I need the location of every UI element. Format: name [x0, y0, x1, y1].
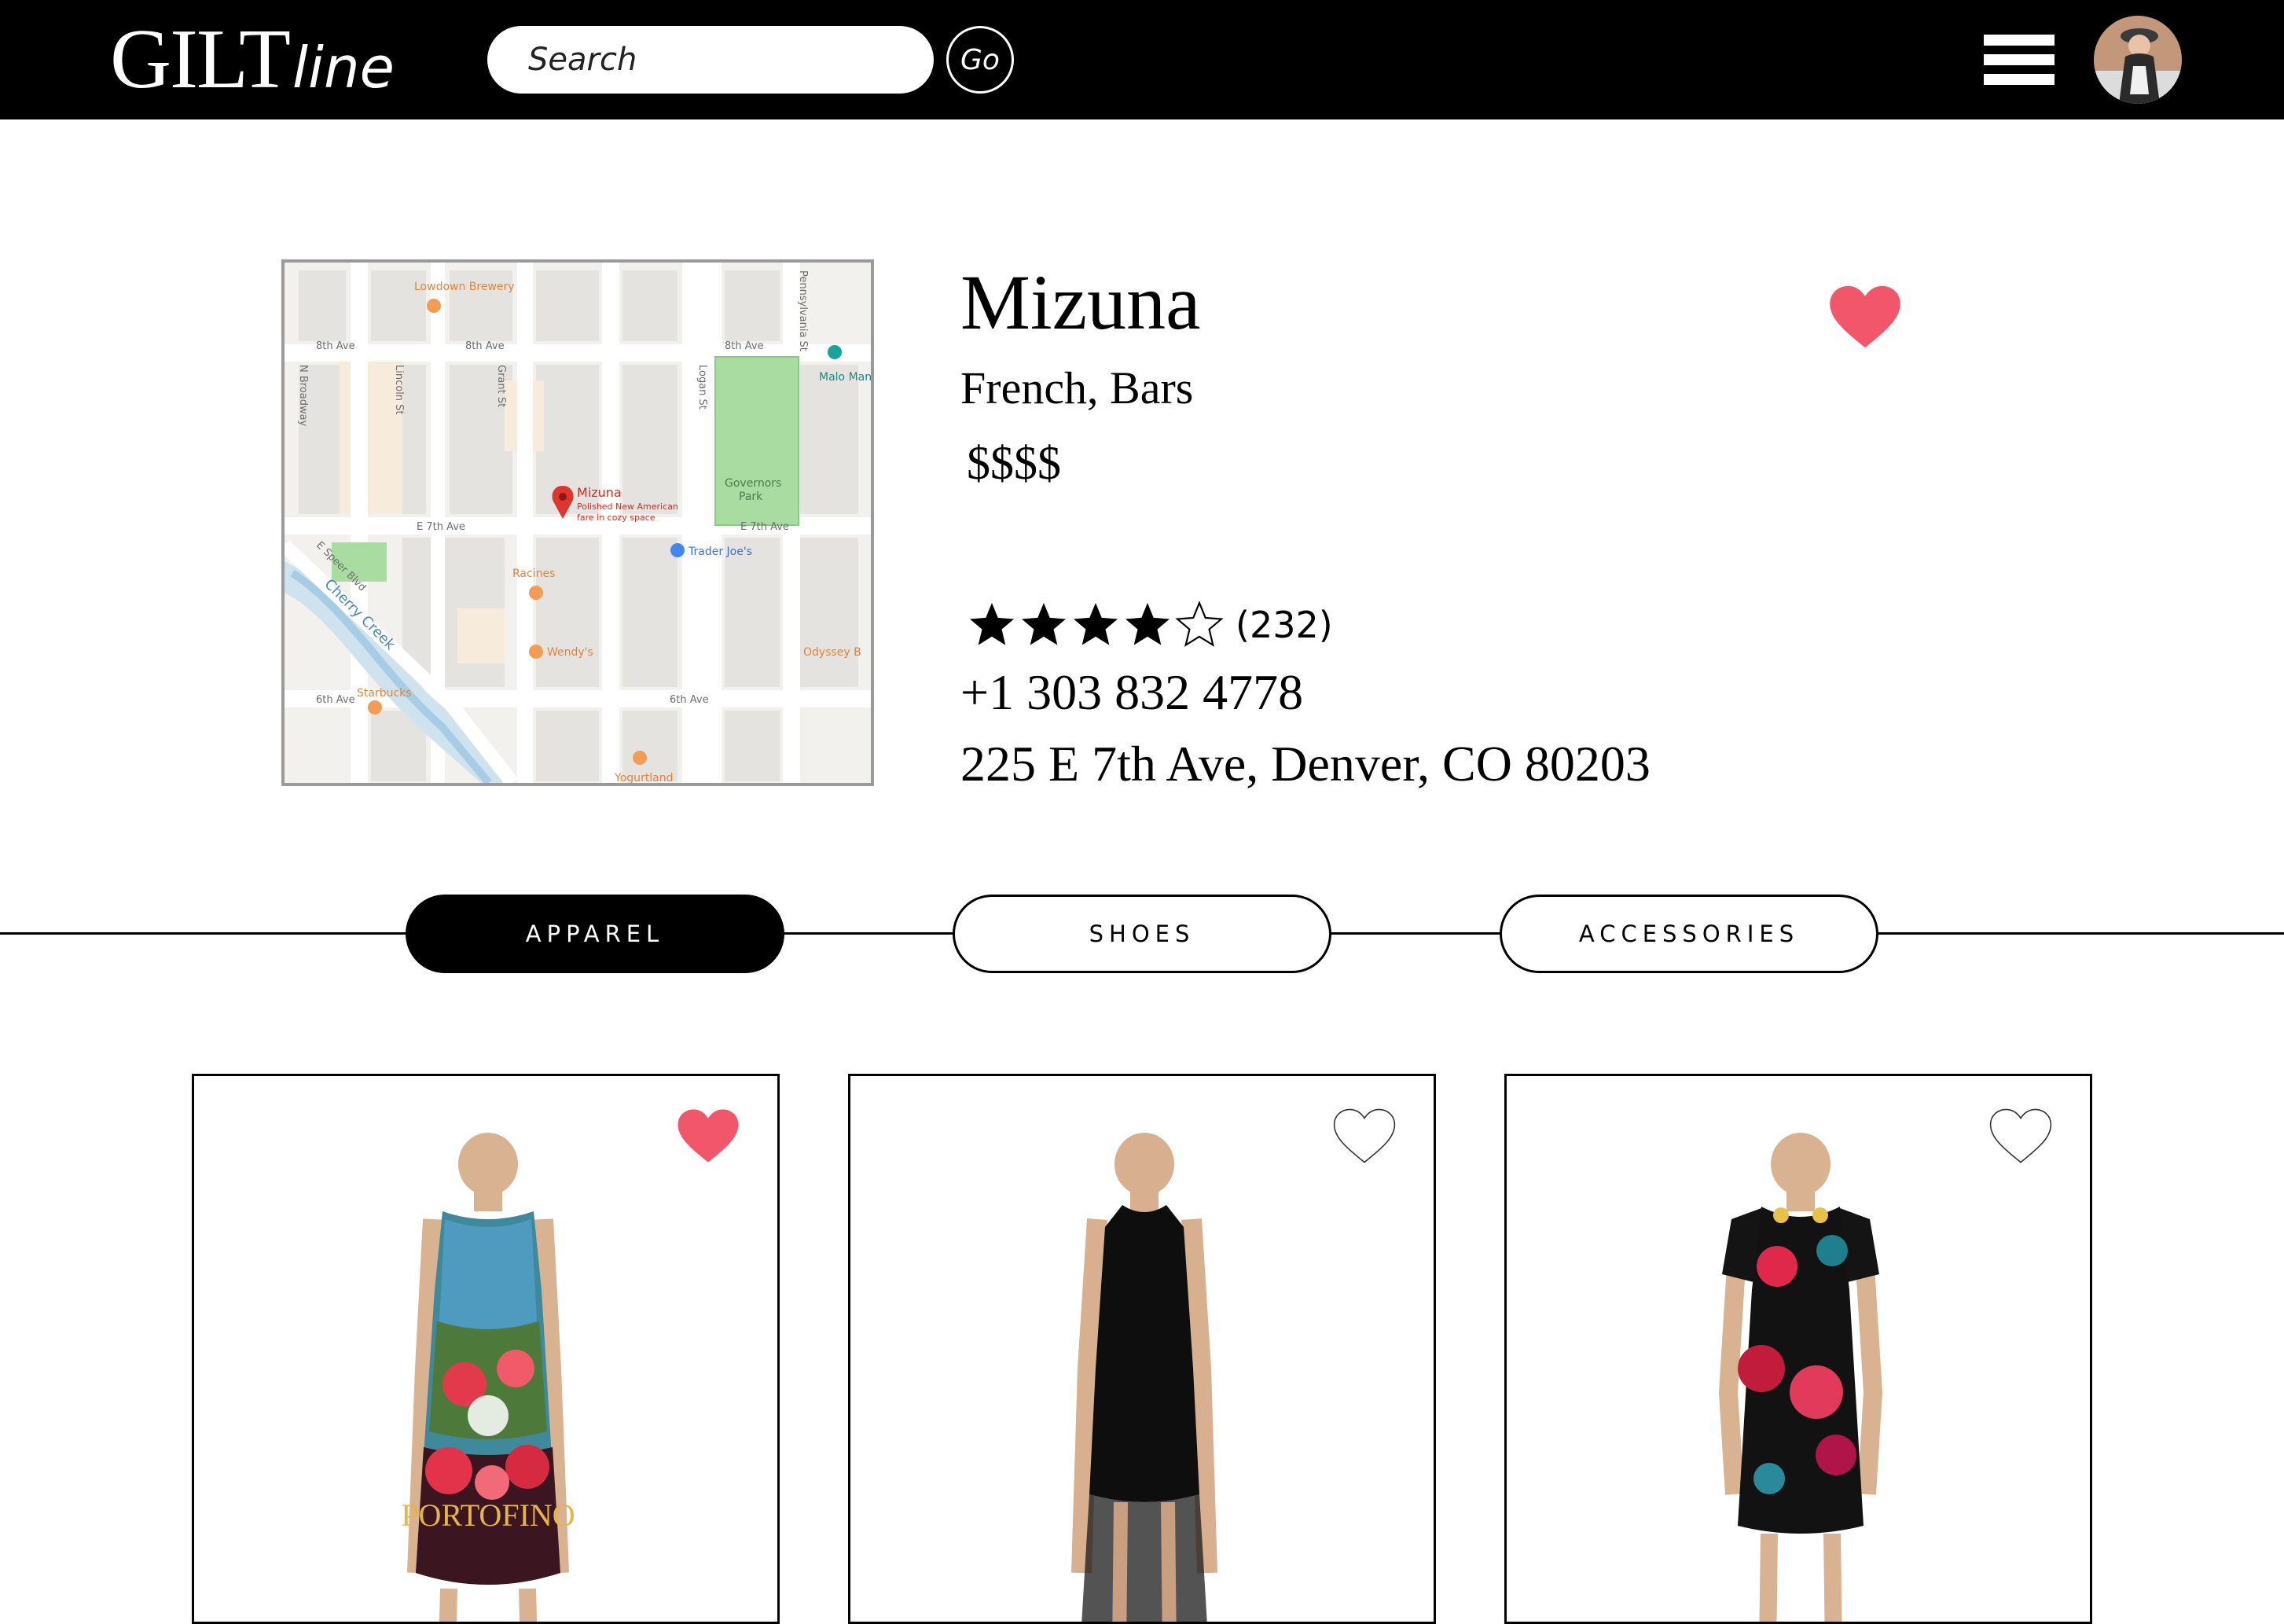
menu-bar	[1984, 74, 2054, 85]
favorite-heart-outline-icon[interactable]	[1333, 1108, 1396, 1164]
search-input[interactable]	[487, 26, 934, 94]
favorite-heart-outline-icon[interactable]	[1989, 1108, 2052, 1164]
go-button[interactable]: Go	[946, 26, 1014, 94]
map-graphic: 8th Ave 8th Ave 8th Ave E 7th Ave E 7th …	[285, 263, 871, 783]
product-image-black-dress	[1071, 1133, 1217, 1622]
hamburger-menu-icon[interactable]	[1984, 28, 2054, 91]
map-street-label: Logan St	[696, 365, 708, 410]
favorite-heart-icon[interactable]	[1828, 285, 1902, 349]
gilt-line-logo[interactable]: GILTline	[110, 11, 395, 108]
map-place-label: Starbucks	[357, 687, 412, 700]
map-street-label: Grant St	[495, 365, 507, 407]
star-filled-icon	[970, 603, 1014, 645]
restaurant-price-level: $$$$	[967, 437, 1061, 489]
dress-print-text: PORTOFINO	[401, 1497, 575, 1533]
star-filled-icon	[1125, 603, 1170, 645]
restaurant-map[interactable]: 8th Ave 8th Ave 8th Ave E 7th Ave E 7th …	[281, 259, 874, 786]
review-count[interactable]: (232)	[1236, 604, 1333, 646]
restaurant-phone[interactable]: +1 303 832 4778	[960, 663, 1303, 722]
menu-bar	[1984, 35, 2054, 46]
product-card[interactable]: PORTOFINO	[192, 1074, 780, 1624]
map-place-label: Malo Man	[819, 371, 871, 384]
product-card[interactable]	[1504, 1074, 2092, 1624]
star-rating: (232)	[967, 599, 1333, 651]
tab-accessories[interactable]: ACCESSORIES	[1500, 895, 1878, 973]
product-card[interactable]	[848, 1074, 1436, 1624]
user-avatar[interactable]	[2094, 16, 2182, 104]
star-empty-icon	[1175, 601, 1224, 647]
map-street-label: 8th Ave	[725, 340, 764, 352]
menu-bar	[1984, 54, 2054, 65]
map-street-label: 8th Ave	[465, 340, 505, 352]
favorite-heart-icon[interactable]	[677, 1108, 740, 1164]
map-place-label: Odyssey B	[803, 646, 861, 659]
map-place-label: Racines	[512, 568, 555, 580]
map-place-label: Polished New American	[577, 502, 678, 512]
map-street-label: E 7th Ave	[740, 521, 789, 533]
map-place-label: Governors	[725, 477, 781, 490]
map-street-label: E 7th Ave	[417, 521, 465, 533]
map-street-label: 6th Ave	[316, 694, 355, 706]
map-place-label: Park	[739, 491, 763, 503]
tab-shoes[interactable]: SHOES	[953, 895, 1331, 973]
tab-apparel[interactable]: APPAREL	[406, 895, 784, 973]
star-filled-icon	[1074, 603, 1118, 645]
product-image-floral-shirt-dress	[1718, 1133, 1883, 1622]
product-image-printed-dress: PORTOFINO	[401, 1133, 575, 1622]
star-filled-icon	[1022, 603, 1066, 645]
logo-sub-text: line	[292, 35, 395, 101]
map-place-label: Mizuna	[577, 485, 622, 500]
restaurant-address[interactable]: 225 E 7th Ave, Denver, CO 80203	[960, 735, 1651, 793]
map-place-label: fare in cozy space	[577, 513, 655, 523]
map-place-label: Yogurtland	[614, 772, 674, 783]
map-place-label: Wendy's	[547, 646, 593, 659]
restaurant-cuisine: French, Bars	[960, 362, 1194, 413]
avatar-photo	[2094, 16, 2182, 104]
restaurant-name: Mizuna	[960, 259, 1201, 346]
map-street-label: 8th Ave	[316, 340, 355, 352]
map-place-label: Lowdown Brewery	[414, 281, 515, 293]
map-place-label: Trader Joe's	[688, 546, 752, 558]
map-street-label: Lincoln St	[393, 365, 405, 415]
map-street-label: 6th Ave	[670, 694, 709, 706]
logo-main-text: GILT	[110, 13, 291, 106]
map-street-label: N Broadway	[297, 365, 309, 427]
map-street-label: Pennsylvania St	[797, 270, 809, 351]
top-navigation-bar: GILTline Go	[0, 0, 2284, 119]
